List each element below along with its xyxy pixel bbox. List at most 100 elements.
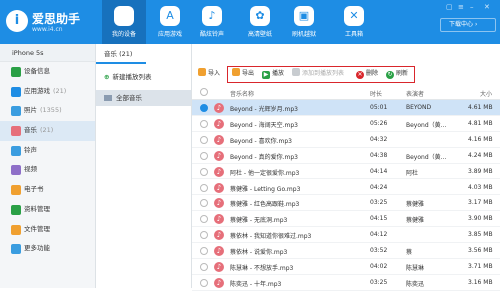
all-music-label: 全部音乐 <box>116 94 142 102</box>
row-checkbox[interactable] <box>200 215 208 224</box>
delete-label: 删除 <box>366 70 379 77</box>
sidebar-icon <box>11 126 21 137</box>
row-checkbox[interactable] <box>200 183 208 192</box>
sidebar-item-1[interactable]: 应用游戏 (21) <box>0 82 95 102</box>
table-row[interactable]: ♪ 陈奕迅 - 十年.mp3 03:25 陈奕迅 3.16 MB <box>192 275 500 291</box>
table-row[interactable]: ♪ 蔡健雅 - 红色高跟鞋.mp3 03:25 蔡健雅 3.17 MB <box>192 195 500 212</box>
table-row[interactable]: ♪ 陈慧琳 - 不想放手.mp3 04:02 陈慧琳 3.71 MB <box>192 259 500 275</box>
table-row[interactable]: ♪ Beyond - 海阔天空.mp3 05:26 Beyond（黄… 4.81 MB <box>192 116 500 132</box>
music-tab[interactable]: 音乐 (21) <box>96 44 146 64</box>
sidebar-item-0[interactable]: 设备信息 <box>0 62 95 82</box>
col-time-header[interactable]: 时长 <box>370 89 382 98</box>
sidebar-item-9[interactable]: 更多功能 <box>0 239 95 259</box>
import-button[interactable]: 导入 <box>198 68 220 80</box>
song-artist: Beyond（黄… <box>406 153 447 161</box>
select-all-checkbox[interactable] <box>200 88 208 96</box>
song-name: Beyond - 喜欢你.mp3 <box>230 137 292 145</box>
table-row[interactable]: ♪ Beyond - 光辉岁月.mp3 05:01 BEYOND 4.61 MB <box>192 100 500 116</box>
song-size: 3.17 MB <box>468 199 493 207</box>
nav-label: 应用游戏 <box>157 31 182 38</box>
song-artist: 陈慧琳 <box>406 265 425 272</box>
song-size: 4.24 MB <box>468 151 493 159</box>
menu-icon[interactable]: ≡ <box>458 3 464 11</box>
refresh-button[interactable]: ↻ 刷新 <box>386 68 408 80</box>
nav-glyph: ♪ <box>208 9 216 22</box>
sidebar-item-label: 照片 <box>24 106 37 115</box>
sidebar-item-label: 音乐 <box>24 126 37 135</box>
song-name: 陈慧琳 - 不想放手.mp3 <box>230 265 294 272</box>
table-row[interactable]: ♪ 蔡依林 - 说爱你.mp3 03:52 蔡 3.56 MB <box>192 243 500 259</box>
table-row[interactable]: ♪ 蔡依林 - 我知道你很难过.mp3 04:12 3.85 MB <box>192 227 500 244</box>
all-music-item[interactable]: 全部音乐 <box>96 90 191 106</box>
sidebar-item-count: (1355) <box>40 106 62 115</box>
music-note-icon: ♪ <box>214 134 224 145</box>
song-name: 蔡依林 - 说爱你.mp3 <box>230 249 288 257</box>
sidebar-icon <box>11 106 21 117</box>
col-artist-header[interactable]: 表演者 <box>406 89 424 98</box>
row-checkbox[interactable] <box>200 278 208 287</box>
sidebar-icon <box>11 204 21 215</box>
export-button[interactable]: 导出 <box>232 68 254 80</box>
refresh-label: 刷新 <box>396 70 409 77</box>
col-size-header[interactable]: 大小 <box>480 89 492 98</box>
nav-label: 酷炫铃声 <box>199 31 224 38</box>
row-checkbox[interactable] <box>200 247 208 256</box>
music-note-icon: ♪ <box>214 214 224 225</box>
sidebar-item-2[interactable]: 照片 (1355) <box>0 101 95 121</box>
nav-label: 我的设备 <box>111 31 136 38</box>
table-row[interactable]: ♪ 阿杜 - 他一定很爱你.mp3 04:14 阿杜 3.89 MB <box>192 164 500 180</box>
row-checkbox[interactable] <box>200 104 208 112</box>
nav-item-4[interactable]: ▣ 刷机越狱 <box>282 0 326 44</box>
row-checkbox[interactable] <box>200 151 208 160</box>
new-playlist-button[interactable]: ⊕ 新建播放列表 <box>96 68 191 86</box>
main-panel: 导入 导出 ▶ 播放 添加到播放列表 ✕ 删除 ↻ 刷新 音乐名称 时长 表演者 大小… <box>192 44 500 291</box>
sidebar-item-6[interactable]: 电子书 <box>0 180 95 200</box>
row-checkbox[interactable] <box>200 199 208 208</box>
row-checkbox[interactable] <box>200 263 208 271</box>
sidebar-item-5[interactable]: 视频 <box>0 160 95 180</box>
nav-item-2[interactable]: ♪ 酷炫铃声 <box>190 0 234 44</box>
row-checkbox[interactable] <box>200 167 208 176</box>
delete-button[interactable]: ✕ 删除 <box>356 68 378 80</box>
sidebar-item-4[interactable]: 铃声 <box>0 141 95 161</box>
sidebar-icon <box>11 244 21 255</box>
sidebar-item-label: 设备信息 <box>24 67 50 75</box>
skin-icon[interactable]: ▢ <box>446 3 453 11</box>
table-row[interactable]: ♪ Beyond - 喜欢你.mp3 04:32 4.16 MB <box>192 132 500 148</box>
sidebar-item-8[interactable]: 文件管理 <box>0 220 95 240</box>
music-note-icon: ♪ <box>214 277 224 288</box>
row-checkbox[interactable] <box>200 135 208 144</box>
nav-item-1[interactable]: A 应用游戏 <box>148 0 192 44</box>
new-playlist-label: 新建播放列表 <box>112 73 152 81</box>
minimize-icon[interactable]: – <box>470 3 474 11</box>
add-to-playlist-button[interactable]: 添加到播放列表 <box>292 68 344 80</box>
download-center-button[interactable]: 下载中心 › <box>440 18 496 32</box>
table-row[interactable]: ♪ Beyond - 真的爱你.mp3 04:38 Beyond（黄… 4.24 MB <box>192 148 500 164</box>
top-bar: i 爱思助手 www.i4.cn 我的设备 A 应用游戏 ♪ 酷炫铃声 ✿ 高清壁纸 ▣ 刷机越… <box>0 0 500 44</box>
nav-item-5[interactable]: ✕ 工具箱 <box>332 0 376 44</box>
song-duration: 04:32 <box>370 135 388 143</box>
sidebar-icon <box>11 185 21 196</box>
sidebar-icon <box>11 86 21 97</box>
music-note-icon: ♪ <box>214 103 224 113</box>
song-artist: BEYOND <box>406 104 432 111</box>
sidebar-item-label: 应用游戏 <box>24 86 50 95</box>
song-duration: 03:25 <box>370 199 388 207</box>
song-artist: 蔡 <box>406 249 413 257</box>
table-row[interactable]: ♪ 蔡健雅 - Letting Go.mp3 04:24 4.03 MB <box>192 180 500 196</box>
sidebar-item-count: (21) <box>53 86 67 95</box>
play-button[interactable]: ▶ 播放 <box>262 68 284 80</box>
song-duration: 05:26 <box>370 119 388 127</box>
col-name-header[interactable]: 音乐名称 <box>230 89 254 98</box>
app-logo: i 爱思助手 www.i4.cn <box>6 8 96 38</box>
sidebar-item-7[interactable]: 资料管理 <box>0 200 95 220</box>
row-checkbox[interactable] <box>200 231 208 240</box>
device-name[interactable]: iPhone 5s <box>0 44 95 62</box>
nav-item-0[interactable]: 我的设备 <box>102 0 146 44</box>
sidebar-item-3[interactable]: 音乐 (21) <box>0 121 95 141</box>
table-row[interactable]: ♪ 蔡健雅 - 无底洞.mp3 04:15 蔡健雅 3.90 MB <box>192 211 500 228</box>
nav-item-3[interactable]: ✿ 高清壁纸 <box>238 0 282 44</box>
row-checkbox[interactable] <box>200 119 208 128</box>
close-icon[interactable]: ✕ <box>484 3 490 11</box>
song-duration: 05:01 <box>370 104 388 111</box>
